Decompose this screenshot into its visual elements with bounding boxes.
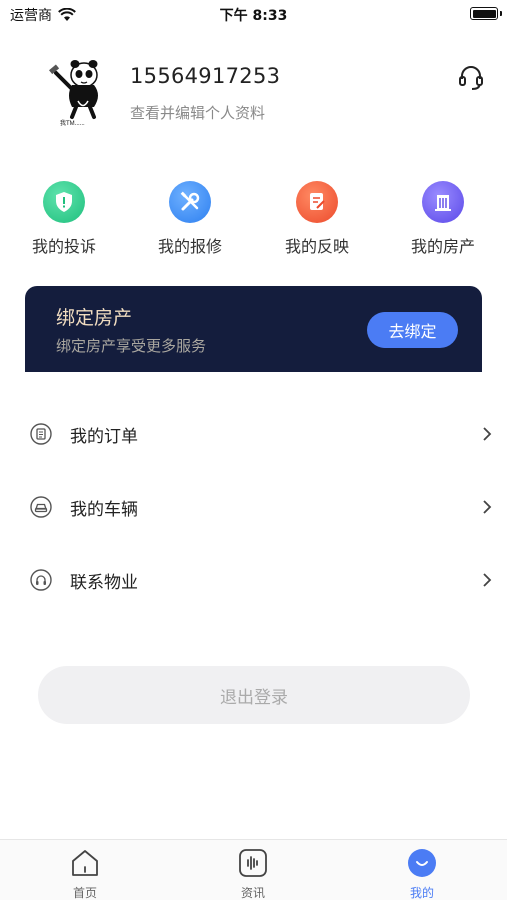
bind-property-banner: 绑定房产 绑定房产享受更多服务 去绑定	[25, 286, 482, 372]
building-icon	[422, 181, 464, 223]
phone-number: 15564917253	[130, 64, 281, 88]
edit-note-icon	[296, 181, 338, 223]
quick-action-label: 我的报修	[157, 237, 222, 256]
profile-smile-icon	[408, 849, 436, 877]
logout-button[interactable]: 退出登录	[38, 666, 470, 724]
headset-icon	[30, 569, 52, 591]
tab-home[interactable]: 首页	[25, 840, 145, 900]
banner-subtitle: 绑定房产享受更多服务	[56, 337, 207, 355]
quick-action-label: 我的投诉	[31, 237, 96, 256]
banner-title: 绑定房产	[56, 307, 133, 329]
tab-label: 资讯	[240, 886, 265, 900]
menu-item-label: 我的车辆	[70, 500, 138, 520]
quick-action-label: 我的房产	[410, 237, 475, 256]
chevron-right-icon	[483, 573, 492, 587]
menu-item-label: 联系物业	[70, 573, 138, 593]
battery-cap	[500, 11, 502, 16]
battery-icon	[470, 7, 498, 20]
quick-action-repairs[interactable]: 我的报修	[140, 181, 240, 257]
profile-header[interactable]: 我TM...... 15564917253 查看并编辑个人资料	[0, 50, 507, 130]
profile-screen: 运营商 下午 8:33 我TM...... 15564917253 查看并编辑个…	[0, 0, 507, 900]
avatar[interactable]: 我TM......	[48, 55, 110, 127]
tab-news[interactable]: 资讯	[193, 840, 313, 900]
car-icon	[30, 496, 52, 518]
quick-actions: 我的投诉 我的报修 我的反映 我的房产	[0, 181, 507, 261]
home-icon	[72, 850, 98, 876]
clipboard-icon	[30, 423, 52, 445]
edit-profile-link[interactable]: 查看并编辑个人资料	[130, 102, 265, 123]
quick-action-property[interactable]: 我的房产	[393, 181, 493, 257]
menu-item-orders[interactable]: 我的订单	[0, 410, 507, 458]
tab-mine[interactable]: 我的	[362, 840, 482, 900]
customer-service-headset-icon[interactable]	[457, 63, 485, 91]
status-time: 下午 8:33	[219, 8, 288, 24]
chevron-right-icon	[483, 427, 492, 441]
menu-item-contact-property[interactable]: 联系物业	[0, 556, 507, 604]
status-bar: 运营商 下午 8:33	[0, 0, 507, 28]
bottom-tab-bar: 首页 资讯 我的	[0, 839, 507, 900]
shield-icon	[43, 181, 85, 223]
chevron-right-icon	[483, 500, 492, 514]
quick-action-label: 我的反映	[284, 237, 349, 256]
menu-item-vehicles[interactable]: 我的车辆	[0, 483, 507, 531]
quick-action-complaints[interactable]: 我的投诉	[14, 181, 114, 257]
tab-label: 首页	[72, 886, 97, 900]
audio-wave-icon	[239, 849, 267, 877]
menu-item-label: 我的订单	[70, 427, 138, 447]
quick-action-feedback[interactable]: 我的反映	[267, 181, 367, 257]
tools-icon	[169, 181, 211, 223]
bind-property-button[interactable]: 去绑定	[367, 312, 458, 348]
avatar-caption: 我TM......	[60, 119, 85, 127]
tab-label: 我的	[409, 886, 434, 900]
